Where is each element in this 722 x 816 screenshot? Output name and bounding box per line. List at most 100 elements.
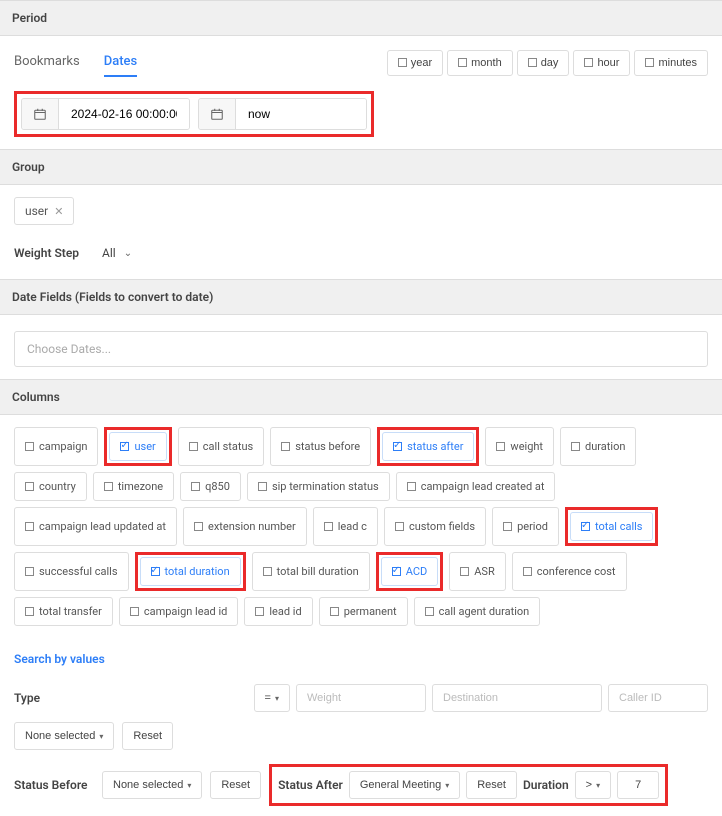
caret-down-icon: ▾: [99, 732, 103, 741]
column-timezone[interactable]: timezone: [93, 472, 174, 501]
search-values-header[interactable]: Search by values: [0, 638, 722, 680]
column-sip-termination-status[interactable]: sip termination status: [247, 472, 390, 501]
column-total-bill-duration[interactable]: total bill duration: [252, 552, 370, 591]
column-status-before[interactable]: status before: [270, 427, 371, 466]
column-call-agent-duration[interactable]: call agent duration: [414, 597, 541, 626]
preset-minutes[interactable]: minutes: [634, 50, 708, 76]
column-label: call status: [203, 440, 253, 453]
date-to-group[interactable]: [198, 98, 367, 130]
checkbox-icon: [120, 442, 129, 451]
remove-icon[interactable]: ✕: [54, 205, 63, 218]
checkbox-icon: [258, 482, 267, 491]
column-label: total bill duration: [277, 565, 359, 578]
column-period[interactable]: period: [492, 507, 559, 546]
column-label: total duration: [165, 565, 230, 578]
column-permanent[interactable]: permanent: [319, 597, 408, 626]
choose-dates-input[interactable]: Choose Dates...: [14, 331, 708, 367]
checkbox-icon: [25, 567, 34, 576]
column-total-duration[interactable]: total duration: [140, 557, 241, 586]
date-from-group[interactable]: [21, 98, 190, 130]
column-label: extension number: [208, 520, 296, 533]
checkbox-icon: [25, 482, 34, 491]
status-after-reset-button[interactable]: Reset: [466, 771, 517, 799]
column-campaign-lead-created-at[interactable]: campaign lead created at: [396, 472, 556, 501]
checkbox-icon: [194, 522, 203, 531]
column-label: status before: [295, 440, 360, 453]
column-conference-cost[interactable]: conference cost: [512, 552, 627, 591]
date-range-highlight: [14, 91, 374, 137]
status-after-select[interactable]: General Meeting▾: [349, 771, 460, 799]
column-label: total transfer: [39, 605, 102, 618]
type-select[interactable]: None selected▾: [14, 722, 114, 750]
column-custom-fields[interactable]: custom fields: [384, 507, 486, 546]
column-label: successful calls: [39, 565, 118, 578]
date-from-input[interactable]: [59, 99, 189, 129]
column-extension-number[interactable]: extension number: [183, 507, 307, 546]
checkbox-icon: [398, 58, 407, 67]
section-datefields-header: Date Fields (Fields to convert to date): [0, 279, 722, 315]
column-total-transfer[interactable]: total transfer: [14, 597, 113, 626]
checkbox-icon: [407, 482, 416, 491]
column-campaign-lead-id[interactable]: campaign lead id: [119, 597, 239, 626]
caret-down-icon: ▾: [596, 781, 600, 790]
column-label: total calls: [595, 520, 643, 533]
checkbox-icon: [392, 567, 401, 576]
column-label: lead id: [269, 605, 301, 618]
column-lead-c[interactable]: lead c: [313, 507, 378, 546]
caret-down-icon: ▾: [187, 781, 191, 790]
column-label: user: [134, 440, 155, 453]
type-reset-button[interactable]: Reset: [122, 722, 173, 750]
column-weight[interactable]: weight: [485, 427, 554, 466]
column-country[interactable]: country: [14, 472, 87, 501]
checkbox-icon: [255, 607, 264, 616]
column-total-calls[interactable]: total calls: [570, 512, 654, 541]
column-label: permanent: [344, 605, 397, 618]
destination-input[interactable]: [432, 684, 602, 712]
checkbox-icon: [581, 522, 590, 531]
duration-operator-button[interactable]: >▾: [575, 771, 611, 799]
eq-operator-button[interactable]: =▾: [254, 684, 290, 712]
column-label: sip termination status: [272, 480, 379, 493]
preset-month[interactable]: month: [447, 50, 513, 76]
caret-down-icon: ▾: [445, 781, 449, 790]
duration-label: Duration: [523, 778, 569, 792]
weight-step-dropdown[interactable]: All ⌄: [91, 239, 143, 267]
preset-year[interactable]: year: [387, 50, 443, 76]
checkbox-icon: [25, 442, 34, 451]
weight-input[interactable]: [296, 684, 426, 712]
column-call-status[interactable]: call status: [178, 427, 264, 466]
group-chip-user[interactable]: user ✕: [14, 197, 74, 225]
callerid-input[interactable]: [608, 684, 708, 712]
date-to-input[interactable]: [236, 99, 366, 129]
checkbox-icon: [189, 442, 198, 451]
column-successful-calls[interactable]: successful calls: [14, 552, 129, 591]
column-label: status after: [407, 440, 463, 453]
column-q850[interactable]: q850: [180, 472, 241, 501]
chevron-down-icon: ⌄: [124, 248, 132, 259]
column-ASR[interactable]: ASR: [449, 552, 506, 591]
status-before-select[interactable]: None selected▾: [102, 771, 202, 799]
preset-hour[interactable]: hour: [573, 50, 630, 76]
column-campaign[interactable]: campaign: [14, 427, 98, 466]
calendar-icon: [22, 99, 59, 129]
column-user[interactable]: user: [109, 432, 166, 461]
preset-day[interactable]: day: [517, 50, 570, 76]
checkbox-icon: [191, 482, 200, 491]
tab-bookmarks[interactable]: Bookmarks: [14, 48, 80, 77]
column-status-after[interactable]: status after: [382, 432, 474, 461]
column-campaign-lead-updated-at[interactable]: campaign lead updated at: [14, 507, 177, 546]
column-duration[interactable]: duration: [560, 427, 636, 466]
type-label: Type: [14, 691, 54, 705]
column-lead-id[interactable]: lead id: [244, 597, 312, 626]
duration-value-input[interactable]: [617, 771, 659, 799]
section-period-body: Bookmarks Dates year month day hour minu…: [0, 36, 722, 149]
tab-dates[interactable]: Dates: [104, 48, 137, 77]
columns-list: campaign user call status status before stat…: [14, 427, 708, 626]
column-highlight: status after: [377, 427, 479, 466]
period-presets: year month day hour minutes: [387, 50, 708, 76]
status-before-reset-button[interactable]: Reset: [210, 771, 261, 799]
caret-down-icon: ▾: [275, 694, 279, 703]
type-row: Type =▾: [0, 680, 722, 722]
column-label: ASR: [474, 565, 495, 578]
column-ACD[interactable]: ACD: [381, 557, 439, 586]
